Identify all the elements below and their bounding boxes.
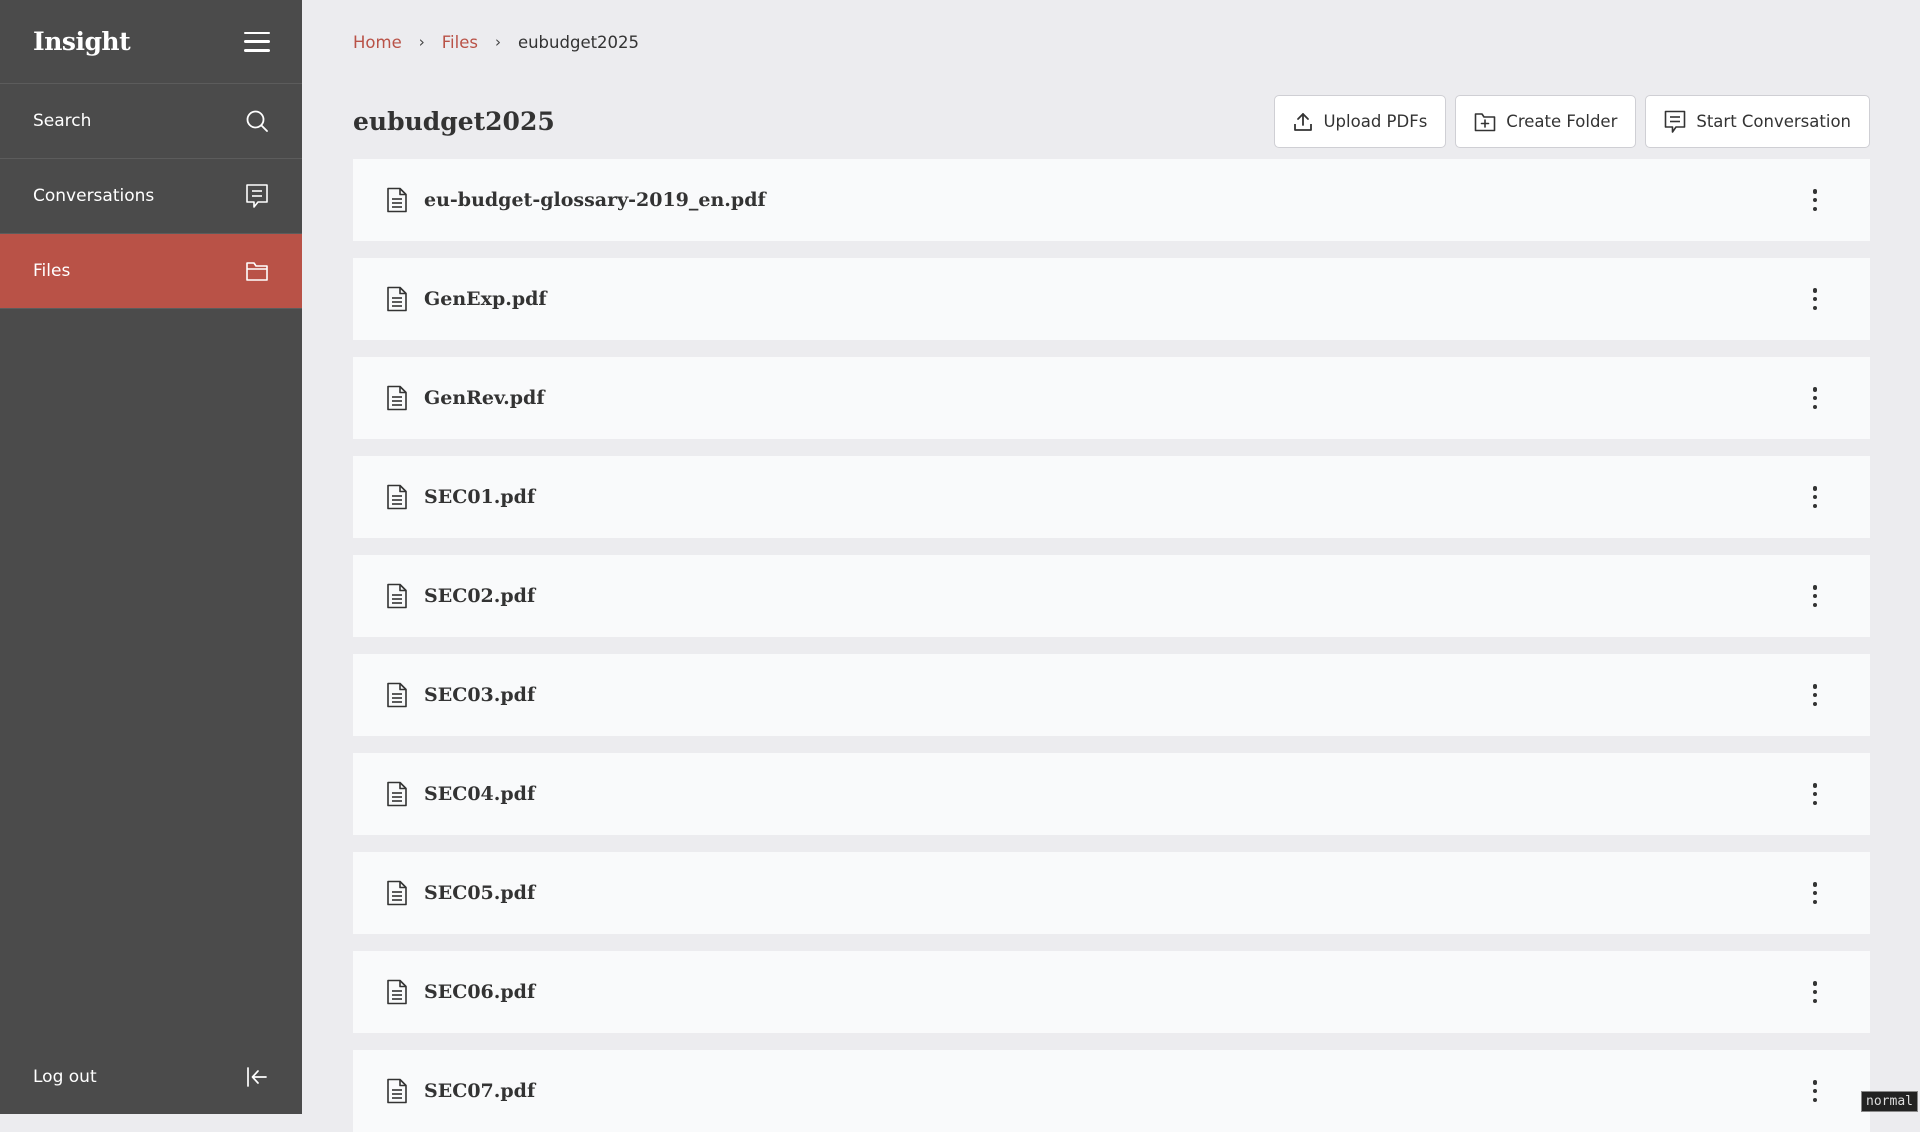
search-icon <box>244 108 270 134</box>
file-row[interactable]: SEC05.pdf <box>353 852 1870 934</box>
file-row[interactable]: GenExp.pdf <box>353 258 1870 340</box>
sidebar-item-label: Conversations <box>33 186 154 206</box>
file-row[interactable]: SEC07.pdf <box>353 1050 1870 1132</box>
more-options-icon[interactable] <box>1810 189 1820 211</box>
file-name: SEC06.pdf <box>424 981 535 1003</box>
file-name: SEC07.pdf <box>424 1080 535 1102</box>
file-name: SEC03.pdf <box>424 684 535 706</box>
breadcrumb-separator: › <box>419 33 425 51</box>
file-info: SEC06.pdf <box>386 979 535 1005</box>
file-name: SEC01.pdf <box>424 486 535 508</box>
file-icon <box>386 781 408 807</box>
more-options-icon[interactable] <box>1810 783 1820 805</box>
file-row[interactable]: SEC01.pdf <box>353 456 1870 538</box>
upload-icon <box>1293 112 1313 132</box>
file-info: SEC03.pdf <box>386 682 535 708</box>
start-conversation-button[interactable]: Start Conversation <box>1645 95 1870 148</box>
sidebar-item-conversations[interactable]: Conversations <box>0 159 302 234</box>
start-conversation-label: Start Conversation <box>1696 112 1851 131</box>
file-icon <box>386 187 408 213</box>
more-options-icon[interactable] <box>1810 585 1820 607</box>
logout-icon <box>244 1064 270 1090</box>
file-icon <box>386 1078 408 1104</box>
file-info: SEC01.pdf <box>386 484 535 510</box>
file-list: eu-budget-glossary-2019_en.pdf GenExp.pdf… <box>353 159 1870 1132</box>
conversation-icon <box>1664 110 1686 134</box>
more-options-icon[interactable] <box>1810 981 1820 1003</box>
file-info: SEC05.pdf <box>386 880 535 906</box>
file-row[interactable]: GenRev.pdf <box>353 357 1870 439</box>
sidebar-item-search[interactable]: Search <box>0 84 302 159</box>
file-row[interactable]: SEC06.pdf <box>353 951 1870 1033</box>
folder-plus-icon <box>1474 112 1496 132</box>
file-name: SEC04.pdf <box>424 783 535 805</box>
file-icon <box>386 880 408 906</box>
file-info: GenRev.pdf <box>386 385 545 411</box>
breadcrumb-home-link[interactable]: Home <box>353 33 402 52</box>
create-folder-label: Create Folder <box>1506 112 1617 131</box>
header-actions: Upload PDFs Create Folder Start Conversa… <box>1274 95 1870 148</box>
logout-label: Log out <box>33 1067 97 1087</box>
file-info: SEC07.pdf <box>386 1078 535 1104</box>
mode-indicator: normal <box>1861 1091 1918 1112</box>
breadcrumb-files-link[interactable]: Files <box>442 33 478 52</box>
file-info: eu-budget-glossary-2019_en.pdf <box>386 187 766 213</box>
more-options-icon[interactable] <box>1810 1080 1820 1102</box>
breadcrumb-current: eubudget2025 <box>518 33 639 52</box>
file-icon <box>386 484 408 510</box>
file-name: eu-budget-glossary-2019_en.pdf <box>424 189 766 211</box>
breadcrumb: Home › Files › eubudget2025 <box>353 0 1870 84</box>
file-row[interactable]: eu-budget-glossary-2019_en.pdf <box>353 159 1870 241</box>
file-name: SEC05.pdf <box>424 882 535 904</box>
more-options-icon[interactable] <box>1810 387 1820 409</box>
page-title: eubudget2025 <box>353 107 555 136</box>
folder-icon <box>244 258 270 284</box>
main-content: Home › Files › eubudget2025 eubudget2025… <box>302 0 1920 1114</box>
upload-pdfs-label: Upload PDFs <box>1323 112 1427 131</box>
file-row[interactable]: SEC02.pdf <box>353 555 1870 637</box>
file-info: SEC04.pdf <box>386 781 535 807</box>
file-icon <box>386 979 408 1005</box>
page-header: eubudget2025 Upload PDFs Create Folder <box>353 84 1870 159</box>
file-row[interactable]: SEC03.pdf <box>353 654 1870 736</box>
more-options-icon[interactable] <box>1810 882 1820 904</box>
file-icon <box>386 682 408 708</box>
file-info: SEC02.pdf <box>386 583 535 609</box>
file-name: GenExp.pdf <box>424 288 547 310</box>
conversation-icon <box>244 183 270 209</box>
hamburger-menu-icon[interactable] <box>244 32 270 52</box>
more-options-icon[interactable] <box>1810 684 1820 706</box>
file-info: GenExp.pdf <box>386 286 547 312</box>
file-name: SEC02.pdf <box>424 585 535 607</box>
create-folder-button[interactable]: Create Folder <box>1455 95 1636 148</box>
logout-button[interactable]: Log out <box>0 1040 302 1114</box>
app-brand: Insight <box>33 27 130 56</box>
upload-pdfs-button[interactable]: Upload PDFs <box>1274 95 1446 148</box>
sidebar-item-files[interactable]: Files <box>0 234 302 309</box>
file-name: GenRev.pdf <box>424 387 545 409</box>
sidebar: Insight Search Conversations Files <box>0 0 302 1114</box>
sidebar-item-label: Files <box>33 261 70 281</box>
file-icon <box>386 385 408 411</box>
sidebar-item-label: Search <box>33 111 91 131</box>
file-icon <box>386 286 408 312</box>
file-row[interactable]: SEC04.pdf <box>353 753 1870 835</box>
more-options-icon[interactable] <box>1810 288 1820 310</box>
file-icon <box>386 583 408 609</box>
sidebar-header: Insight <box>0 0 302 84</box>
breadcrumb-separator: › <box>495 33 501 51</box>
more-options-icon[interactable] <box>1810 486 1820 508</box>
